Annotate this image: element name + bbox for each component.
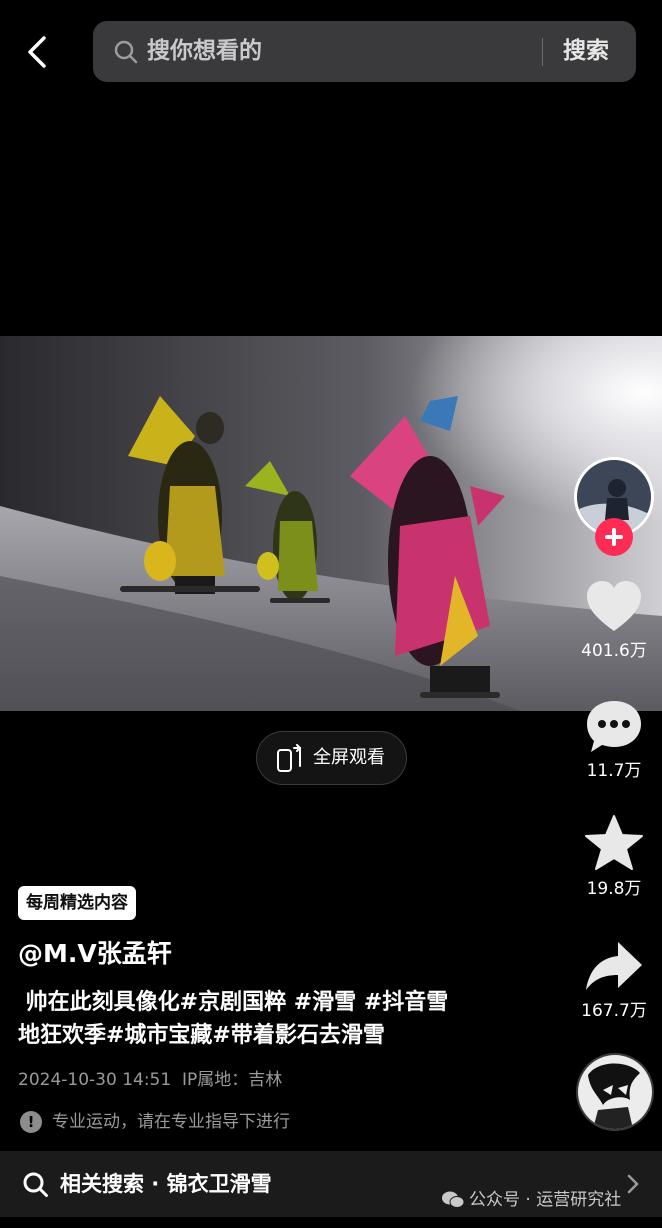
rotate-screen-icon: [277, 744, 302, 772]
like-button[interactable]: 401.6万: [574, 578, 654, 662]
video-frame: [0, 336, 662, 711]
related-search-text: 相关搜索 · 锦衣卫滑雪: [60, 1172, 272, 1196]
back-button[interactable]: [22, 34, 58, 70]
comment-button[interactable]: 11.7万: [574, 698, 654, 782]
music-cover-image: [578, 1055, 652, 1129]
search-icon: [23, 1172, 48, 1197]
comment-icon: [587, 701, 641, 752]
fullscreen-button[interactable]: 全屏观看: [256, 731, 407, 785]
share-arrow-icon: [586, 942, 642, 990]
video-description[interactable]: 帅在此刻具像化#京剧国粹 #滑雪 #抖音雪 地狂欢季#城市宝藏#带着影石去滑雪: [18, 986, 528, 1052]
favorite-button[interactable]: 19.8万: [574, 814, 654, 900]
description-line-2: 地狂欢季#城市宝藏#带着影石去滑雪: [18, 1023, 385, 1048]
chevron-left-icon: [28, 36, 46, 68]
star-icon: [585, 815, 643, 870]
search-bar[interactable]: 搜你想看的 搜索: [93, 21, 636, 82]
music-disc[interactable]: [576, 1053, 654, 1131]
warning-text: 专业运动，请在专业指导下进行: [52, 1112, 290, 1132]
search-button[interactable]: 搜索: [563, 36, 609, 66]
comment-count: 11.7万: [586, 761, 642, 781]
heart-icon: [587, 581, 641, 631]
watermark: 公众号 · 运营研究社: [441, 1188, 621, 1212]
date-ip-location: 2024-10-30 14:51 IP属地：吉林: [18, 1070, 283, 1090]
favorite-count: 19.8万: [586, 879, 642, 899]
fullscreen-label: 全屏观看: [313, 747, 385, 768]
follow-button[interactable]: [595, 518, 633, 556]
search-icon: [114, 40, 138, 64]
description-line-1: 帅在此刻具像化#京剧国粹 #滑雪 #抖音雪: [18, 990, 449, 1015]
weekly-featured-badge: 每周精选内容: [18, 886, 136, 920]
share-count: 167.7万: [581, 1001, 647, 1021]
warning-icon: !: [20, 1111, 42, 1133]
search-divider: [542, 38, 543, 66]
search-input[interactable]: 搜你想看的: [147, 36, 262, 66]
share-button[interactable]: 167.7万: [574, 938, 654, 1022]
chevron-right-icon: [627, 1174, 639, 1194]
like-count: 401.6万: [581, 641, 647, 661]
watermark-text: 公众号 · 运营研究社: [469, 1190, 622, 1210]
wechat-icon: [442, 1191, 465, 1208]
video-player[interactable]: [0, 336, 662, 711]
author-name[interactable]: @M.V张孟轩: [18, 936, 172, 972]
